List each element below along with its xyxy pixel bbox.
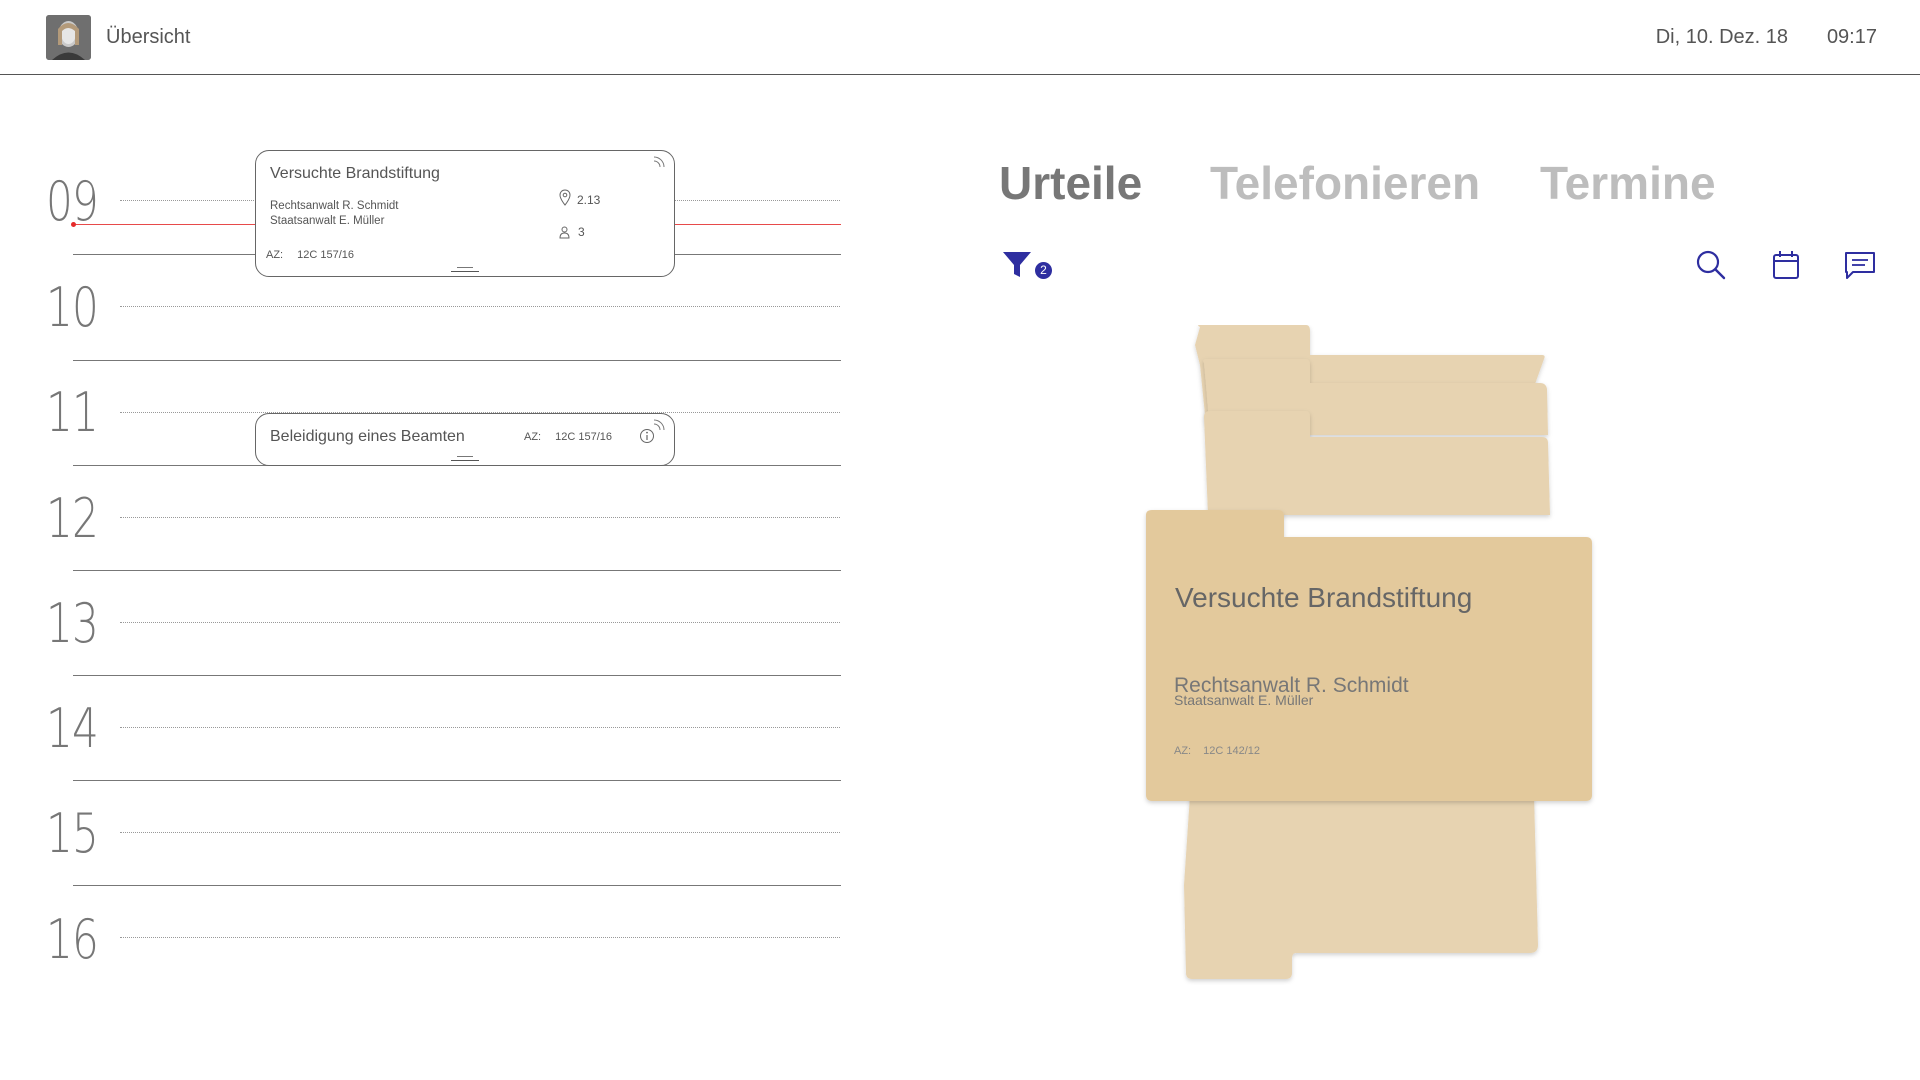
half-hour-line bbox=[120, 306, 840, 307]
folder-case-number: AZ: 12C 142/12 bbox=[1174, 745, 1260, 757]
hour-line bbox=[73, 570, 841, 571]
case-number: AZ: 12C 157/16 bbox=[266, 249, 354, 261]
hour-line bbox=[73, 780, 841, 781]
appointment-room: 2.13 bbox=[559, 189, 600, 207]
folder-title: Versuchte Brandstiftung bbox=[1175, 582, 1473, 613]
current-time: 09:17 bbox=[1826, 26, 1877, 48]
appointment-persons: 3 bbox=[559, 225, 585, 239]
case-number-value: 12C 157/16 bbox=[555, 431, 613, 443]
person-icon bbox=[559, 226, 570, 239]
signal-icon bbox=[653, 156, 665, 168]
current-time-marker bbox=[71, 222, 76, 227]
folder-stack[interactable] bbox=[1140, 325, 1600, 985]
folder-prosecutor: Staatsanwalt E. Müller bbox=[1174, 692, 1314, 708]
avatar[interactable] bbox=[46, 15, 91, 60]
folder-case-number-label: AZ: bbox=[1174, 745, 1192, 757]
tab-urteile[interactable]: Urteile bbox=[999, 156, 1142, 210]
appointment-card[interactable]: Versuchte Brandstiftung Rechtsanwalt R. … bbox=[255, 150, 675, 277]
case-number-label: AZ: bbox=[524, 431, 542, 443]
top-bar: Übersicht Di, 10. Dez. 18 09:17 bbox=[0, 0, 1920, 75]
message-icon[interactable] bbox=[1843, 248, 1877, 282]
calendar-icon[interactable] bbox=[1769, 248, 1803, 282]
page-title: Übersicht bbox=[106, 26, 191, 48]
hour-label: 12 bbox=[46, 487, 99, 550]
hour-line bbox=[73, 675, 841, 676]
folder-front[interactable] bbox=[1146, 510, 1592, 801]
filter-count-badge: 2 bbox=[1035, 262, 1052, 279]
half-hour-line bbox=[120, 937, 840, 938]
tab-telefonieren[interactable]: Telefonieren bbox=[1210, 156, 1480, 210]
room-number: 2.13 bbox=[577, 193, 601, 207]
case-number: AZ: 12C 157/16 bbox=[524, 431, 612, 443]
appointment-title: Beleidigung eines Beamten bbox=[270, 428, 465, 445]
resize-handle[interactable] bbox=[451, 267, 479, 272]
hour-line bbox=[73, 885, 841, 886]
hour-label: 15 bbox=[46, 802, 99, 865]
location-pin-icon bbox=[559, 189, 571, 206]
folder-case-number-value: 12C 142/12 bbox=[1203, 745, 1261, 757]
person-count: 3 bbox=[578, 225, 585, 239]
prosecutor-name: Staatsanwalt E. Müller bbox=[270, 215, 385, 227]
half-hour-line bbox=[120, 517, 840, 518]
resize-handle[interactable] bbox=[451, 456, 479, 461]
hour-label: 14 bbox=[46, 697, 99, 760]
hour-label: 13 bbox=[46, 592, 99, 655]
appointment-title: Versuchte Brandstiftung bbox=[270, 165, 440, 182]
case-number-label: AZ: bbox=[266, 249, 284, 261]
folder-bottom[interactable] bbox=[1184, 795, 1538, 979]
lawyer-name: Rechtsanwalt R. Schmidt bbox=[270, 200, 399, 212]
search-icon[interactable] bbox=[1694, 248, 1728, 282]
half-hour-line bbox=[120, 622, 840, 623]
hour-label: 11 bbox=[46, 381, 99, 444]
current-date: Di, 10. Dez. 18 bbox=[1655, 26, 1788, 48]
hour-label: 10 bbox=[46, 276, 99, 339]
appointment-participants: Rechtsanwalt R. Schmidt Staatsanwalt E. … bbox=[270, 199, 398, 229]
half-hour-line bbox=[120, 832, 840, 833]
tab-termine[interactable]: Termine bbox=[1540, 156, 1716, 210]
case-number-value: 12C 157/16 bbox=[297, 249, 355, 261]
half-hour-line bbox=[120, 727, 840, 728]
hour-label: 16 bbox=[46, 908, 99, 971]
info-icon[interactable] bbox=[639, 428, 655, 444]
filter-icon[interactable] bbox=[1000, 248, 1036, 282]
appointment-card[interactable]: Beleidigung eines Beamten AZ: 12C 157/16 bbox=[255, 413, 675, 466]
hour-line bbox=[73, 360, 841, 361]
